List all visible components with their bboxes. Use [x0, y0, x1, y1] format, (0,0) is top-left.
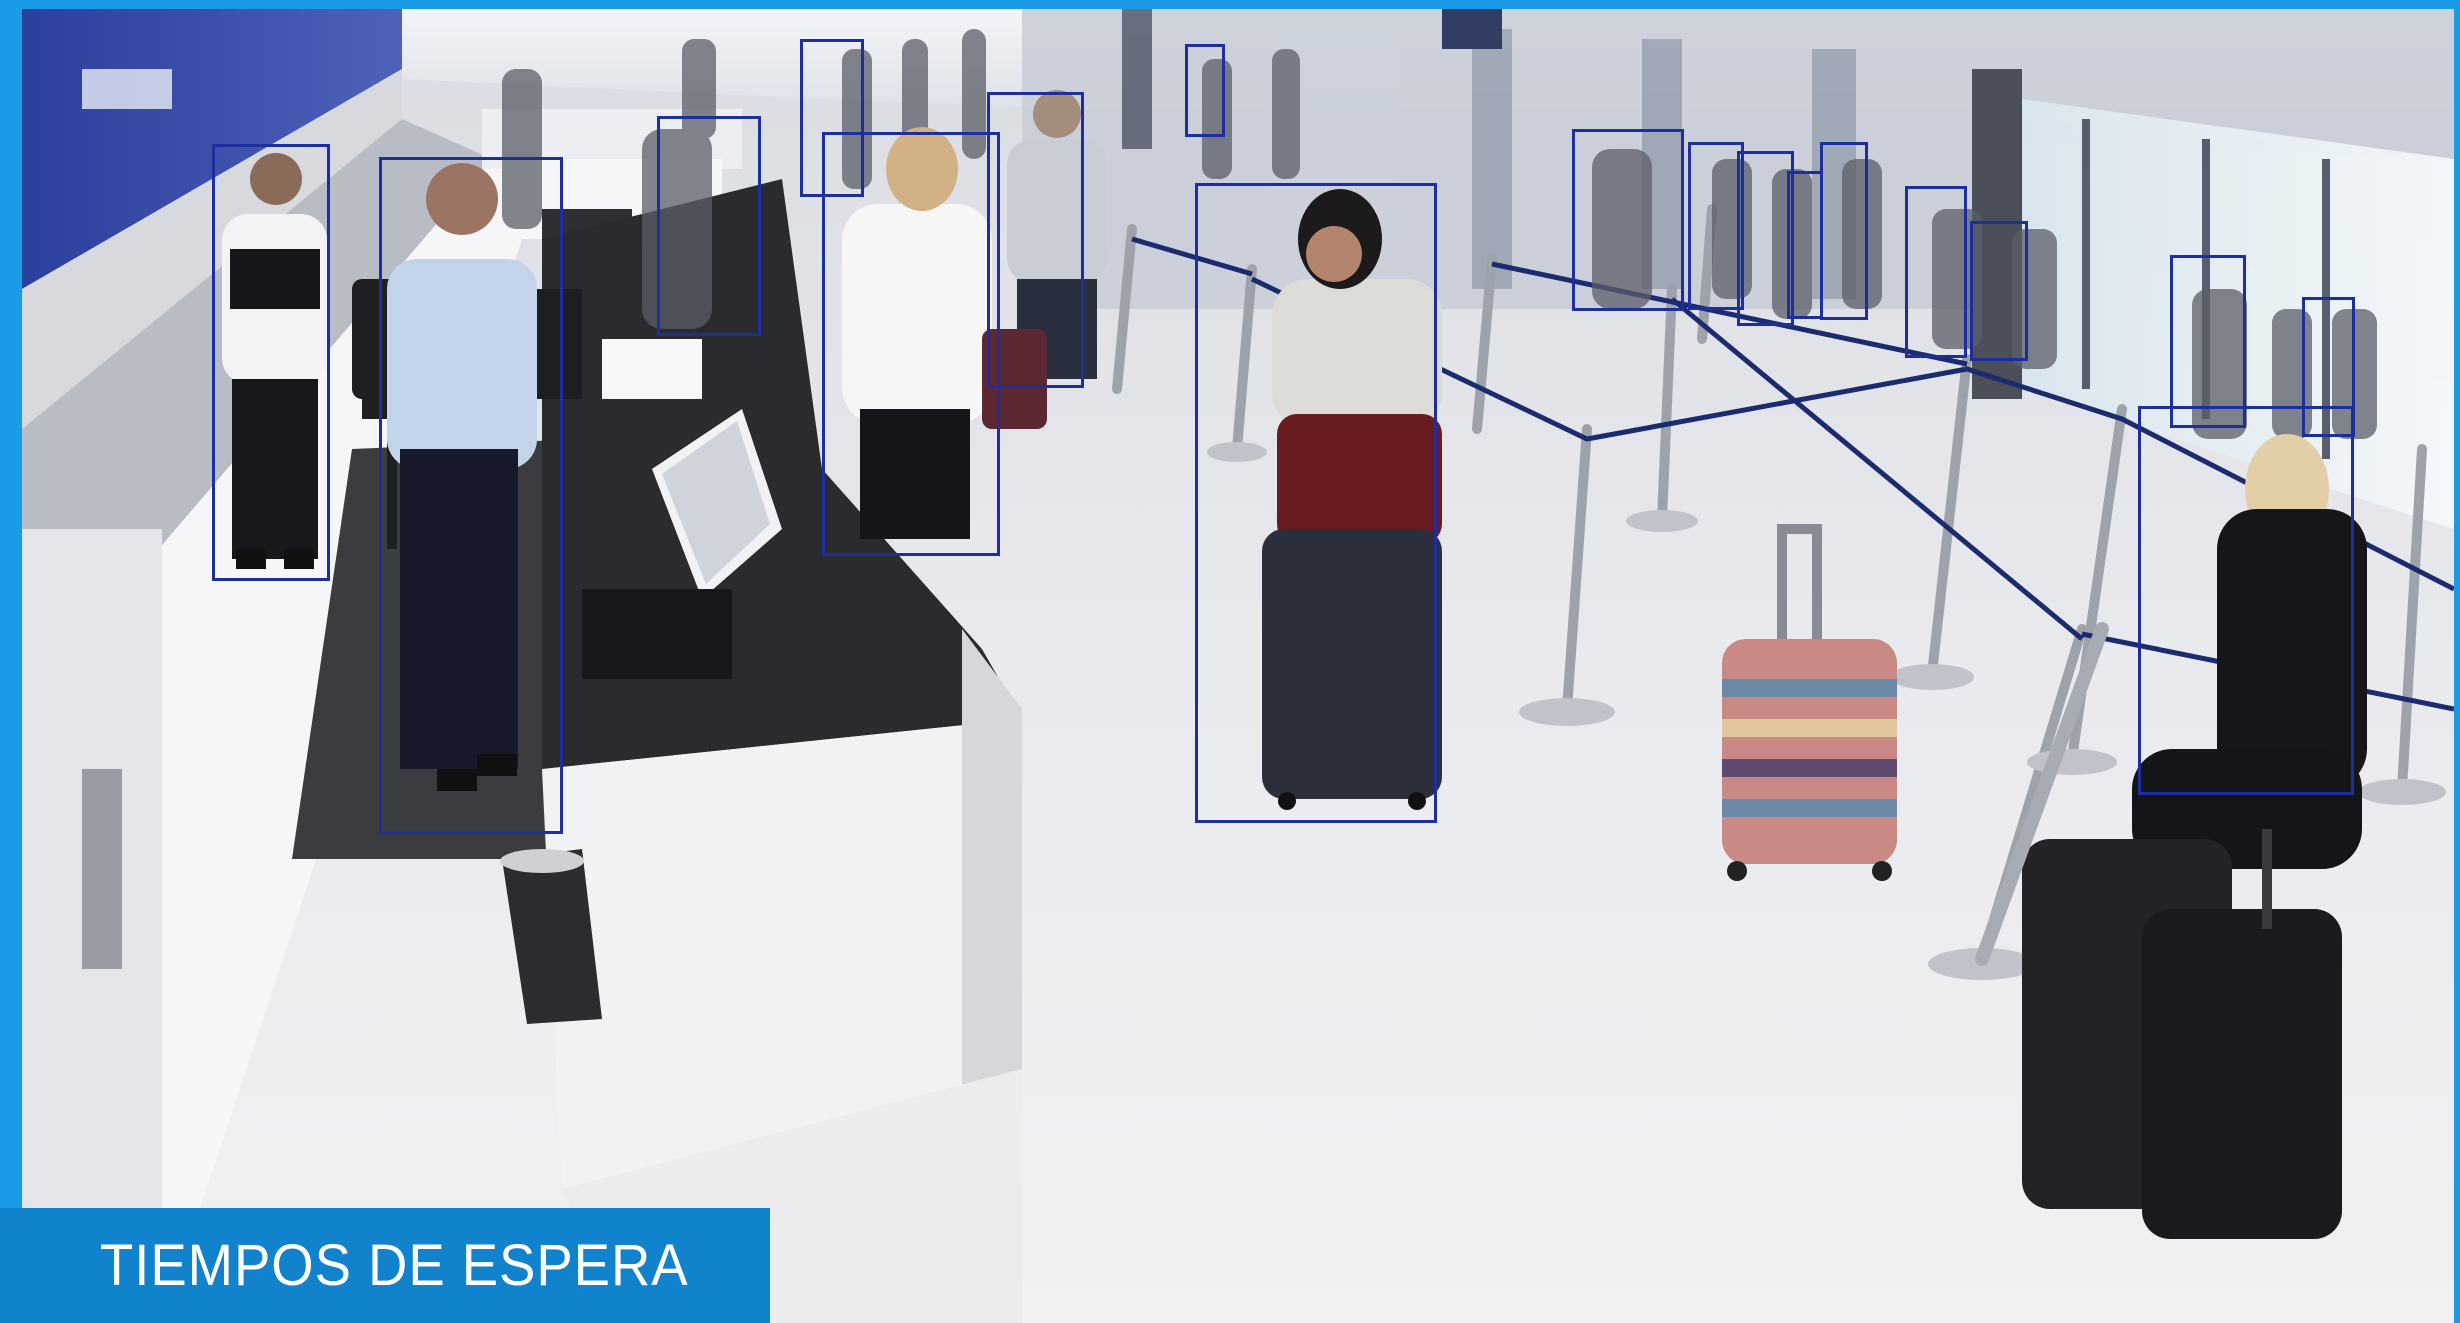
detection-box — [1688, 142, 1744, 310]
camera-view — [22, 9, 2454, 1323]
detection-box — [1905, 186, 1967, 358]
detection-box — [1195, 183, 1437, 823]
detection-box — [822, 132, 1000, 556]
detection-box — [2138, 406, 2354, 795]
detection-box — [1787, 171, 1823, 319]
detection-box — [1820, 142, 1868, 320]
detection-box — [1572, 129, 1684, 311]
caption-title: TIEMPOS DE ESPERA — [100, 1233, 689, 1298]
caption-banner: TIEMPOS DE ESPERA — [0, 1208, 770, 1323]
detection-box — [379, 157, 563, 834]
detection-box — [212, 144, 330, 581]
detection-box — [1737, 151, 1794, 326]
detection-box — [1185, 44, 1225, 137]
detection-box — [2170, 255, 2246, 428]
detection-box — [657, 116, 761, 336]
detection-box — [987, 92, 1084, 388]
detection-box — [1970, 221, 2028, 361]
wall-sign — [82, 69, 172, 109]
